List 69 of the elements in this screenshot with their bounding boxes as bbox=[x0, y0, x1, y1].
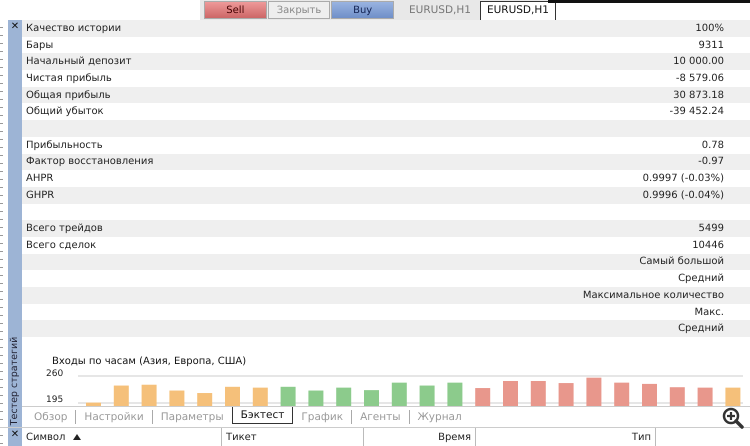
bar bbox=[420, 385, 435, 406]
stat-value: 10446 bbox=[692, 240, 724, 251]
bar bbox=[614, 382, 630, 406]
close-icon[interactable]: ✕ bbox=[10, 20, 20, 34]
stat-value: Средний bbox=[678, 323, 724, 334]
stat-label: GHPR bbox=[26, 190, 56, 201]
column-header[interactable]: Тип bbox=[476, 428, 656, 446]
y-tick-label: 260 bbox=[46, 368, 64, 379]
stat-value: 5499 bbox=[698, 223, 724, 234]
chart-title: Входы по часам (Азия, Европа, США) bbox=[52, 354, 248, 368]
chart-tab[interactable]: EURUSD,H1 bbox=[480, 1, 556, 20]
y-tick-label: 195 bbox=[46, 394, 64, 405]
stat-label: Всего сделок bbox=[26, 240, 98, 251]
stat-value: Максимальное количество bbox=[582, 290, 724, 301]
trade-button[interactable]: Buy bbox=[331, 1, 394, 19]
bar bbox=[308, 390, 324, 406]
bar bbox=[280, 386, 296, 406]
bar bbox=[475, 388, 490, 406]
trade-button[interactable]: Закрыть bbox=[268, 1, 330, 19]
stat-value: 100% bbox=[695, 22, 724, 34]
bar bbox=[530, 380, 546, 406]
stat-value: 9311 bbox=[698, 40, 724, 51]
bar bbox=[252, 387, 268, 406]
stat-value: Макс. bbox=[694, 306, 724, 318]
stat-label: Прибыльность bbox=[26, 140, 104, 151]
stat-value: Самый большой bbox=[639, 256, 724, 268]
bar bbox=[364, 390, 379, 406]
trade-button[interactable]: Sell bbox=[204, 1, 267, 19]
stat-value: -39 452.24 bbox=[669, 106, 724, 118]
panel-title: Тестер стратегий bbox=[9, 336, 21, 426]
stat-value: 0.78 bbox=[702, 140, 724, 151]
bar bbox=[503, 380, 518, 406]
stat-value: 0.9997 (-0.03%) bbox=[642, 173, 724, 184]
stat-label: Всего трейдов bbox=[26, 223, 104, 234]
stat-label: Общая прибыль bbox=[26, 90, 112, 101]
column-header[interactable]: Время bbox=[364, 428, 476, 446]
bar bbox=[197, 392, 212, 406]
stat-value: 10 000.00 bbox=[673, 56, 724, 68]
stat-value: -8 579.06 bbox=[676, 72, 724, 84]
stat-label: Фактор восстановления bbox=[26, 156, 154, 168]
stat-label: Общий убыток bbox=[26, 106, 105, 118]
bar bbox=[142, 384, 157, 406]
bar bbox=[725, 387, 740, 406]
bar bbox=[447, 382, 462, 406]
tab[interactable]: Бэктест bbox=[232, 406, 294, 424]
zoom-in-icon[interactable] bbox=[722, 406, 744, 429]
bar bbox=[225, 386, 240, 406]
bar bbox=[558, 382, 574, 406]
stat-label: Качество истории bbox=[26, 22, 122, 34]
stat-value: -0.97 bbox=[698, 156, 724, 168]
bar bbox=[169, 390, 184, 406]
stat-label: Начальный депозит bbox=[26, 56, 132, 68]
stat-label: Бары bbox=[26, 40, 54, 51]
bar bbox=[642, 384, 657, 406]
column-header[interactable]: Тикет bbox=[222, 428, 364, 446]
bar bbox=[670, 386, 685, 406]
bar bbox=[698, 387, 713, 406]
bar bbox=[114, 385, 129, 406]
stat-value: 0.9996 (-0.04%) bbox=[642, 190, 724, 201]
stat-value: Средний bbox=[678, 273, 724, 284]
bar bbox=[392, 382, 407, 406]
chart-tab[interactable]: EURUSD,H1 bbox=[403, 2, 477, 20]
stat-label: AHPR bbox=[26, 173, 54, 184]
column-header[interactable]: Символ bbox=[22, 428, 222, 446]
bar bbox=[586, 377, 602, 406]
stat-label: Чистая прибыль bbox=[26, 72, 113, 84]
bar bbox=[86, 402, 101, 406]
bar bbox=[336, 387, 352, 406]
stat-value: 30 873.18 bbox=[673, 90, 724, 101]
